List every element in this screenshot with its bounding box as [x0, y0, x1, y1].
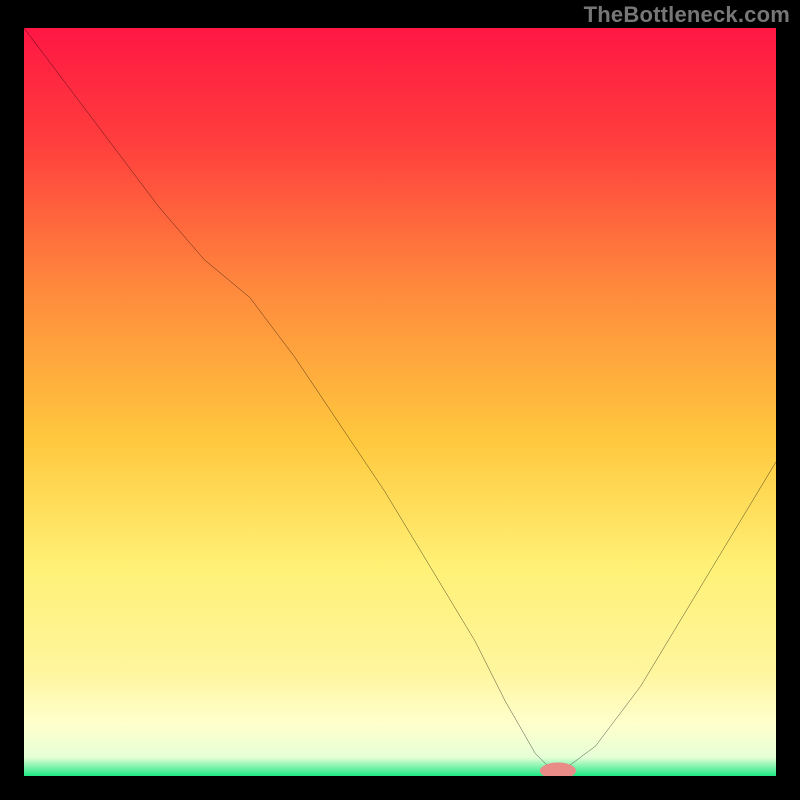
- chart-frame: TheBottleneck.com: [0, 0, 800, 800]
- plot-area: [24, 28, 776, 776]
- chart-svg: [24, 28, 776, 776]
- watermark-text: TheBottleneck.com: [584, 2, 790, 28]
- chart-background: [24, 28, 776, 776]
